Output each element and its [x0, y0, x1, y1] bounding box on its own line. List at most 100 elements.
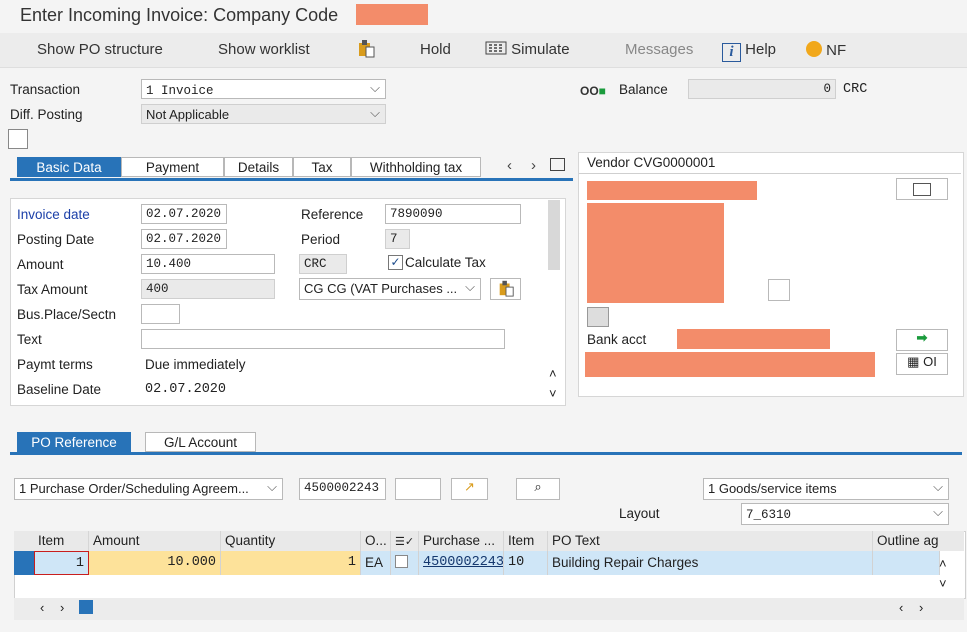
cell-quantity[interactable]: 1 — [221, 551, 361, 575]
tab-details[interactable]: Details — [224, 157, 293, 177]
tab-scroll-right-icon[interactable]: › — [531, 157, 536, 174]
calculator-icon: ▦ — [907, 354, 920, 369]
diff-posting-select[interactable]: Not Applicable — [141, 104, 386, 124]
col-header-po-text[interactable]: PO Text — [548, 531, 873, 551]
layout-label: Layout — [619, 506, 660, 521]
hscroll2-right-icon[interactable]: › — [919, 600, 923, 615]
basic-data-panel — [10, 198, 566, 406]
row-checkbox[interactable] — [395, 555, 408, 568]
po-add-button[interactable]: ↗ — [451, 478, 488, 500]
tax-code-select[interactable]: CG CG (VAT Purchases ... — [299, 278, 481, 300]
calculate-tax-label: Calculate Tax — [405, 255, 486, 270]
hscroll2-left-icon[interactable]: ‹ — [899, 600, 903, 615]
tab-payment[interactable]: Payment — [121, 157, 224, 177]
show-worklist-button[interactable]: Show worklist — [218, 41, 310, 58]
tab-underline — [10, 178, 573, 181]
vendor-edit-button[interactable] — [896, 178, 948, 200]
hscroll-right-icon[interactable]: › — [60, 600, 64, 615]
posting-date-label: Posting Date — [17, 232, 95, 247]
simulate-button[interactable]: Simulate — [485, 41, 570, 58]
tab-scroll-left-icon[interactable]: ‹ — [507, 157, 512, 174]
bus-place-field[interactable] — [141, 304, 180, 324]
col-header-quantity[interactable]: Quantity — [221, 531, 361, 551]
col-header-flag[interactable]: ☰✓ — [391, 531, 419, 551]
tab-list-icon[interactable] — [550, 158, 565, 171]
panel-scrollbar[interactable] — [548, 200, 560, 270]
show-po-structure-button[interactable]: Show PO structure — [37, 41, 163, 58]
paymt-terms-label: Paymt terms — [17, 357, 93, 372]
invoice-date-field[interactable]: 02.07.2020 — [141, 204, 227, 224]
vendor-clipboard-icon[interactable] — [768, 279, 790, 301]
clipboard-icon-button[interactable] — [356, 38, 376, 62]
vendor-title: Vendor CVG0000001 — [587, 155, 716, 170]
cell-item[interactable]: 1 — [34, 551, 89, 575]
amount-field[interactable]: 10.400 — [141, 254, 275, 274]
open-items-button[interactable]: ▦ OI — [896, 353, 948, 375]
col-header-amount[interactable]: Amount — [89, 531, 221, 551]
nf-icon — [806, 41, 822, 57]
currency-field: CRC — [299, 254, 347, 274]
table-scroll-up-icon[interactable]: ˄ — [939, 556, 947, 571]
oi-label: OI — [923, 354, 937, 369]
col-header-outline[interactable]: Outline ag — [873, 531, 964, 551]
col-header-po-item[interactable]: Item — [504, 531, 548, 551]
baseline-date-label: Baseline Date — [17, 382, 102, 397]
po-search-button[interactable]: ⌕ — [516, 478, 560, 500]
hscroll-left-icon[interactable]: ‹ — [40, 600, 44, 615]
simulate-icon — [485, 41, 507, 55]
hscroll-thumb[interactable] — [79, 600, 93, 614]
vendor-details-icon[interactable] — [587, 307, 609, 327]
tab-basic-data[interactable]: Basic Data — [17, 157, 121, 177]
help-button[interactable]: i Help — [722, 41, 776, 62]
horizontal-scrollbar[interactable] — [14, 598, 964, 620]
redacted-vendor-address — [587, 203, 724, 303]
tab-tax[interactable]: Tax — [293, 157, 351, 177]
row-selector[interactable] — [14, 551, 34, 575]
tab-po-reference[interactable]: PO Reference — [17, 432, 131, 452]
tab-withholding-tax[interactable]: Withholding tax — [351, 157, 481, 177]
tax-amount-field: 400 — [141, 279, 275, 299]
cell-flag[interactable] — [391, 551, 419, 575]
baseline-date-value: 02.07.2020 — [145, 382, 227, 397]
balance-currency: CRC — [843, 82, 868, 97]
goods-items-select[interactable]: 1 Goods/service items — [703, 478, 949, 500]
calculate-tax-checkbox[interactable]: ✓ — [388, 255, 403, 270]
arrow-icon: ➡ — [916, 330, 928, 345]
reference-field[interactable]: 7890090 — [385, 204, 521, 224]
tab-gl-account[interactable]: G/L Account — [145, 432, 256, 452]
po-number-field[interactable]: 4500002243 — [299, 478, 386, 500]
po-item-field[interactable] — [395, 478, 441, 500]
tax-code-value: CG CG (VAT Purchases ... — [304, 281, 458, 296]
invoice-date-label: Invoice date — [17, 207, 90, 222]
period-label: Period — [301, 232, 341, 247]
col-header-order-unit[interactable]: O... — [361, 531, 391, 551]
messages-button[interactable]: Messages — [625, 41, 693, 58]
panel-scroll-up-icon[interactable]: ˄ — [549, 366, 557, 381]
expand-header-icon[interactable] — [8, 129, 28, 149]
panel-scroll-down-icon[interactable]: ˅ — [549, 386, 557, 401]
col-header-item[interactable]: Item — [34, 531, 89, 551]
col-header-purchase[interactable]: Purchase ... — [419, 531, 504, 551]
tax-amount-label: Tax Amount — [17, 282, 88, 297]
transaction-select[interactable]: 1 Invoice — [141, 79, 386, 99]
checklist-icon: ☰✓ — [395, 536, 415, 548]
table-scroll-down-icon[interactable]: ˅ — [939, 576, 947, 591]
transaction-label: Transaction — [10, 82, 81, 97]
layout-select[interactable]: 7_6310 — [741, 503, 949, 525]
clipboard-icon — [359, 40, 375, 58]
period-field: 7 — [385, 229, 410, 249]
diff-posting-label: Diff. Posting — [10, 107, 83, 122]
posting-date-field[interactable]: 02.07.2020 — [141, 229, 227, 249]
vendor-edit-icon — [913, 183, 931, 196]
po-ref-type-select[interactable]: 1 Purchase Order/Scheduling Agreem... — [14, 478, 283, 500]
cell-po-item: 10 — [504, 551, 548, 575]
text-field[interactable] — [141, 329, 505, 349]
cell-amount[interactable]: 10.000 — [89, 551, 221, 575]
add-arrow-icon: ↗ — [464, 479, 475, 494]
redacted-vendor-name — [587, 181, 757, 200]
cell-purchase-order-link[interactable]: 4500002243 — [419, 551, 504, 575]
nf-button[interactable]: NF — [806, 41, 846, 59]
bank-acct-button[interactable]: ➡ — [896, 329, 948, 351]
tax-clipboard-button[interactable] — [490, 278, 521, 300]
hold-button[interactable]: Hold — [420, 41, 451, 58]
